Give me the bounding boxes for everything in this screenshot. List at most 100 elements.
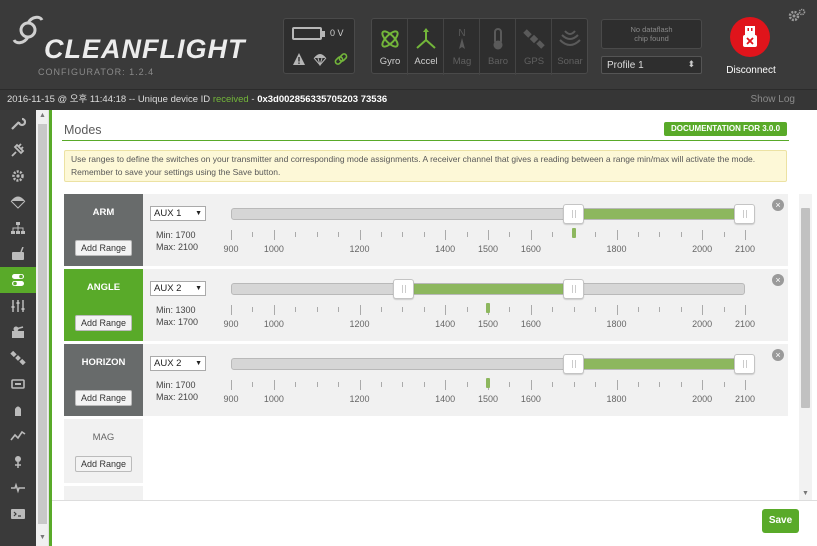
scale-major-tick (702, 380, 704, 390)
sidebar-scrollbar[interactable]: ▲ ▼ (36, 110, 49, 546)
scale-label: 1200 (349, 394, 370, 404)
scroll-down-icon[interactable]: ▼ (802, 490, 809, 497)
range-fill (573, 359, 744, 369)
dataflash-status: No dataflash chip found (601, 19, 702, 49)
scale-label: 2100 (734, 319, 756, 329)
modes-list: ARM Add Range AUX 1 ▼ Min: 1700 Max: 2100… (64, 194, 788, 500)
add-range-button[interactable]: Add Range (75, 456, 132, 472)
battery-icon (292, 27, 322, 40)
disconnect-label: Disconnect (726, 65, 776, 76)
nav-motors[interactable] (0, 371, 36, 397)
save-button[interactable]: Save (762, 509, 799, 533)
scale-tick (295, 307, 297, 312)
svg-text:N: N (458, 28, 465, 39)
show-log-link[interactable]: Show Log (751, 90, 795, 110)
remove-range-icon[interactable]: × (772, 349, 784, 361)
nav-pid-tuning[interactable] (0, 215, 36, 241)
scale-tick (637, 307, 639, 312)
modes-page: Modes DOCUMENTATION FOR 3.0.0 Use ranges… (52, 110, 817, 546)
range-slider-track[interactable] (231, 354, 755, 374)
sidebar-scroll-thumb[interactable] (38, 124, 47, 524)
nav-led-strip[interactable] (0, 397, 36, 423)
scale-major-tick (273, 305, 275, 315)
sensor-graph-icon (10, 430, 26, 441)
scroll-down-icon[interactable]: ▼ (39, 534, 46, 541)
nav-servos[interactable] (0, 319, 36, 345)
scale-label: 2100 (734, 244, 756, 254)
profile-select[interactable]: Profile 1 ⬍ (601, 56, 702, 74)
range-min-handle[interactable] (563, 354, 585, 374)
nav-logging[interactable] (0, 475, 36, 501)
nav-adjustments[interactable] (0, 293, 36, 319)
gyro-icon (381, 30, 399, 48)
mode-row-arm: ARM Add Range AUX 1 ▼ Min: 1700 Max: 2100… (64, 194, 788, 266)
scale-label: 1400 (435, 394, 456, 404)
scale-label: 1200 (349, 319, 370, 329)
range-max-label: Max: 2100 (156, 242, 199, 252)
scale-tick (595, 307, 597, 312)
scale-label: 1000 (263, 244, 284, 254)
nav-modes[interactable] (0, 267, 36, 293)
sensor-gps: GPS (516, 19, 552, 75)
scale-major-tick (702, 230, 704, 240)
nav-configuration[interactable] (0, 163, 36, 189)
range-min-handle[interactable] (563, 204, 585, 224)
cog-icon (12, 170, 24, 182)
device-id: 0x3d002856335705203 73536 (257, 94, 388, 105)
scale-tick (552, 307, 554, 312)
scroll-up-icon[interactable]: ▲ (39, 112, 46, 119)
nav-cli[interactable] (0, 501, 36, 527)
range-scale: 900 1000 1200 1400 1500 1600 1800 2000 2100 (223, 244, 755, 255)
disconnect-button[interactable]: Disconnect (722, 14, 780, 78)
add-range-button[interactable]: Add Range (75, 240, 132, 256)
add-range-button[interactable]: Add Range (75, 390, 132, 406)
scale-tick (380, 307, 382, 312)
nav-gps[interactable] (0, 345, 36, 371)
receiver-icon (12, 247, 24, 260)
nav-sensors[interactable] (0, 423, 36, 449)
nav-ports[interactable] (0, 137, 36, 163)
scale-tick (723, 307, 725, 312)
range-slider-track[interactable] (231, 204, 755, 224)
sensor-label: GPS (523, 56, 545, 67)
settings-gear-icon[interactable] (788, 8, 806, 22)
remove-range-icon[interactable]: × (772, 199, 784, 211)
range-slider-track[interactable] (231, 279, 745, 299)
nav-failsafe[interactable] (0, 189, 36, 215)
scale-tick (573, 307, 575, 312)
range-max-handle[interactable] (734, 354, 755, 374)
scale-tick (316, 232, 318, 237)
link-icon (334, 53, 348, 65)
satellite-icon (523, 29, 545, 49)
toggle-switch-icon (12, 274, 24, 286)
servo-icon (12, 326, 24, 338)
scale-major-tick (530, 305, 532, 315)
nav-receiver[interactable] (0, 241, 36, 267)
scale-tick (316, 382, 318, 387)
scale-tick (295, 382, 297, 387)
aux-channel-select[interactable]: AUX 2 ▼ (150, 356, 206, 371)
range-scale: 900 1000 1200 1400 1500 1600 1800 2000 2100 (223, 319, 755, 330)
sensor-baro: Baro (480, 19, 516, 75)
range-max-handle[interactable] (563, 279, 585, 299)
mode-name: HORIZON (81, 357, 126, 368)
scale-label: 900 (223, 394, 239, 404)
scale-tick (402, 382, 404, 387)
range-ticks (231, 230, 746, 240)
nav-tethered[interactable] (0, 449, 36, 475)
app-version: CONFIGURATOR: 1.2.4 (38, 67, 155, 77)
scale-major-tick (488, 230, 489, 240)
pulse-icon (11, 482, 25, 494)
range-max-handle[interactable] (734, 204, 755, 224)
documentation-button[interactable]: DOCUMENTATION FOR 3.0.0 (664, 122, 787, 136)
add-range-button[interactable]: Add Range (75, 315, 132, 331)
aux-channel-select[interactable]: AUX 1 ▼ (150, 206, 206, 221)
scale-label: 1500 (477, 394, 499, 404)
remove-range-icon[interactable]: × (772, 274, 784, 286)
page-title: Modes (64, 123, 102, 137)
range-min-handle[interactable] (392, 279, 414, 299)
modes-list-scrollbar[interactable]: ▼ (799, 194, 812, 500)
aux-channel-select[interactable]: AUX 2 ▼ (150, 281, 206, 296)
nav-setup[interactable] (0, 111, 36, 137)
modes-scroll-thumb[interactable] (801, 208, 810, 408)
